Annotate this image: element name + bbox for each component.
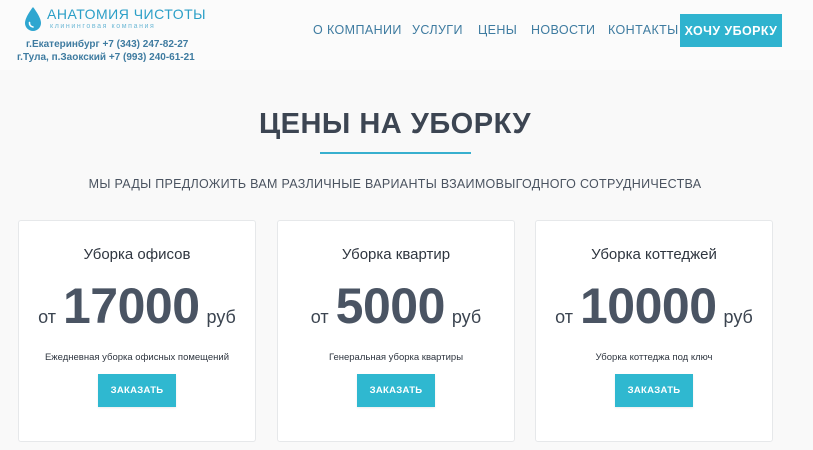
order-button[interactable]: ЗАКАЗАТЬ xyxy=(615,374,693,407)
price-currency: руб xyxy=(451,307,482,327)
phone-tula[interactable]: г.Тула, п.Заокский +7 (993) 240-61-21 xyxy=(17,52,195,63)
order-button[interactable]: ЗАКАЗАТЬ xyxy=(98,374,176,407)
price-card-cottages: Уборка коттеджей от 10000 руб Уборка кот… xyxy=(535,220,773,442)
price: от 17000 руб xyxy=(19,277,255,335)
price-from: от xyxy=(38,307,56,327)
phone-ekaterinburg[interactable]: г.Екатеринбург +7 (343) 247-82-27 xyxy=(26,39,188,50)
site-header: АНАТОМИЯ ЧИСТОТЫ клининговая компания г.… xyxy=(0,0,813,70)
price-value: 17000 xyxy=(62,278,200,334)
page-title: ЦЕНЫ НА УБОРКУ xyxy=(258,108,532,140)
price: от 10000 руб xyxy=(536,277,772,335)
price-from: от xyxy=(310,307,329,327)
price-card-apartments: Уборка квартир от 5000 руб Генеральная у… xyxy=(277,220,515,442)
price-from: от xyxy=(555,307,573,327)
want-cleaning-button[interactable]: ХОЧУ УБОРКУ xyxy=(680,14,782,47)
card-description: Ежедневная уборка офисных помещений xyxy=(44,352,230,363)
logo-tagline: клининговая компания xyxy=(50,23,156,30)
water-drop-icon xyxy=(25,7,41,31)
title-underline xyxy=(320,152,471,154)
nav-news[interactable]: НОВОСТИ xyxy=(531,23,595,37)
price-value: 10000 xyxy=(579,278,717,334)
price-card-offices: Уборка офисов от 17000 руб Ежедневная уб… xyxy=(18,220,256,442)
card-title: Уборка коттеджей xyxy=(591,246,717,263)
card-description: Уборка коттеджа под ключ xyxy=(595,352,713,363)
card-title: Уборка офисов xyxy=(83,246,191,263)
nav-about[interactable]: О КОМПАНИИ xyxy=(313,23,402,37)
nav-prices[interactable]: ЦЕНЫ xyxy=(478,23,517,37)
nav-contacts[interactable]: КОНТАКТЫ xyxy=(608,23,679,37)
price-currency: руб xyxy=(723,307,753,327)
logo[interactable]: АНАТОМИЯ ЧИСТОТЫ клининговая компания xyxy=(23,6,206,32)
price-value: 5000 xyxy=(335,278,446,334)
order-button[interactable]: ЗАКАЗАТЬ xyxy=(357,374,435,407)
page-subtitle: МЫ РАДЫ ПРЕДЛОЖИТЬ ВАМ РАЗЛИЧНЫЕ ВАРИАНТ… xyxy=(88,177,702,191)
logo-name: АНАТОМИЯ ЧИСТОТЫ xyxy=(47,6,207,22)
price: от 5000 руб xyxy=(278,277,514,335)
card-title: Уборка квартир xyxy=(341,246,451,263)
card-description: Генеральная уборка квартиры xyxy=(328,352,464,363)
price-currency: руб xyxy=(206,307,236,327)
pricing-page: АНАТОМИЯ ЧИСТОТЫ клининговая компания г.… xyxy=(0,0,813,450)
nav-services[interactable]: УСЛУГИ xyxy=(412,23,463,37)
